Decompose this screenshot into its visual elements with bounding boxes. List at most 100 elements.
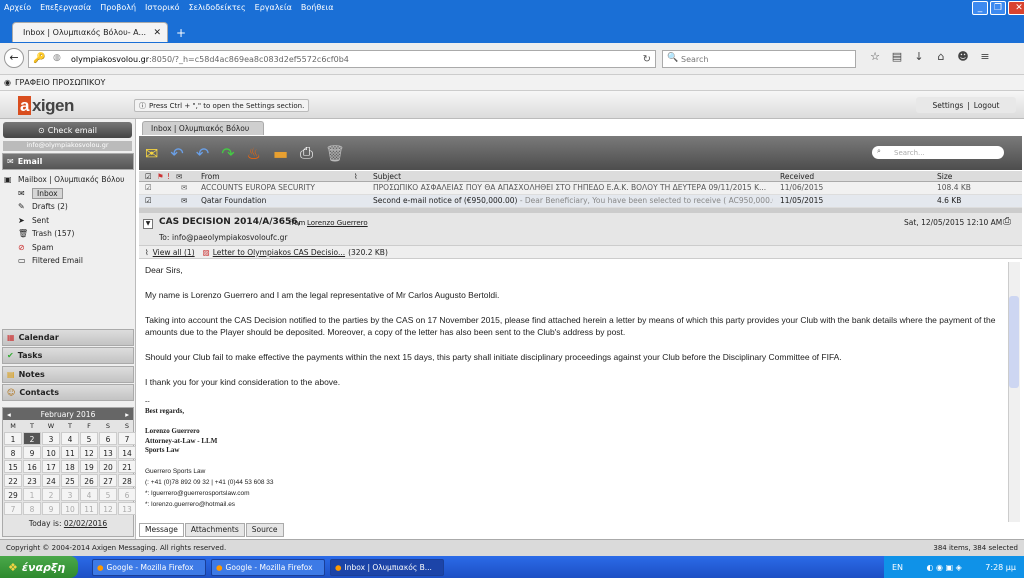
folder-sent[interactable]: ➤ Sent [4,214,124,228]
tab-attachments[interactable]: Attachments [184,523,245,537]
compose-icon[interactable]: ✉ [145,144,158,163]
calendar-day[interactable]: 3 [61,488,79,501]
calendar-day[interactable]: 4 [80,488,98,501]
inbox-tab[interactable]: Inbox | Ολυμπιακός Βόλου [142,121,264,135]
start-button[interactable]: ❖ έναρξη [0,556,78,578]
calendar-day[interactable]: 20 [99,460,117,473]
menu-help[interactable]: Βοήθεια [301,3,334,12]
hamburger-menu-icon[interactable]: ≡ [974,50,996,63]
close-icon[interactable]: ✕ [1008,1,1024,15]
priority-column-icon[interactable]: ! [167,172,170,181]
calendar-day[interactable]: 8 [23,502,41,515]
language-indicator[interactable]: EN [892,563,903,572]
attachment-link[interactable]: Letter to Olympiakos CAS Decisio... [213,248,345,257]
reading-list-icon[interactable]: ▤ [886,50,908,63]
calendar-day[interactable]: 12 [80,446,98,459]
sender-link[interactable]: Lorenzo Guerrero [307,219,368,227]
delete-icon[interactable]: 🗑 [325,144,345,163]
calendar-day[interactable]: 13 [99,446,117,459]
message-row-selected[interactable]: ☑ ✉ Qatar Foundation Second e-mail notic… [139,195,1022,208]
tab-close-icon[interactable]: ✕ [153,28,161,38]
calendar-day[interactable]: 8 [4,446,22,459]
col-size[interactable]: Size [937,172,952,181]
calendar-day[interactable]: 22 [4,474,22,487]
section-tasks[interactable]: ✔ Tasks [2,347,134,364]
calendar-day[interactable]: 23 [23,474,41,487]
download-icon[interactable]: ↓ [908,50,930,63]
chat-icon[interactable]: ☻ [952,50,974,63]
section-email[interactable]: ✉ Email [2,153,134,170]
menu-view[interactable]: Προβολή [100,3,136,12]
calendar-day[interactable]: 27 [99,474,117,487]
col-subject[interactable]: Subject [373,172,401,181]
move-folder-icon[interactable]: ▬ [273,144,288,163]
calendar-day[interactable]: 26 [80,474,98,487]
calendar-day[interactable]: 1 [23,488,41,501]
calendar-day[interactable]: 11 [80,502,98,515]
calendar-day[interactable]: 2 [23,432,41,445]
menu-file[interactable]: Αρχείο [4,3,31,12]
row-checkbox[interactable]: ☑ [145,183,152,192]
print-message-icon[interactable]: ⎙ [1003,216,1011,227]
calendar-day[interactable]: 12 [99,502,117,515]
view-all-link[interactable]: View all (1) [153,248,195,257]
calendar-day[interactable]: 7 [118,432,136,445]
calendar-day[interactable]: 15 [4,460,22,473]
reload-icon[interactable]: ↻ [643,54,651,65]
minimize-icon[interactable]: _ [972,1,988,15]
bookmark-item[interactable]: ΓΡΑΦΕΙΟ ΠΡΟΣΩΠΙΚΟΥ [15,78,105,87]
section-notes[interactable]: ▤ Notes [2,366,134,383]
calendar-day[interactable]: 25 [61,474,79,487]
home-icon[interactable]: ⌂ [930,50,952,63]
tab-source[interactable]: Source [245,523,284,537]
collapse-icon[interactable]: ▼ [143,219,153,229]
task-inbox[interactable]: ● Inbox | Ολυμπιακός Β... [330,558,444,576]
browser-search-input[interactable]: 🔍 Search [662,50,856,68]
calendar-day[interactable]: 18 [61,460,79,473]
calendar-next-icon[interactable]: ▸ [125,410,129,419]
calendar-day[interactable]: 1 [4,432,22,445]
calendar-day[interactable]: 13 [118,502,136,515]
calendar-day[interactable]: 14 [118,446,136,459]
mail-search-input[interactable]: ⌕ Search... [872,146,1004,159]
calendar-day[interactable]: 4 [61,432,79,445]
calendar-day[interactable]: 16 [23,460,41,473]
task-firefox-2[interactable]: ● Google - Mozilla Firefox [211,558,325,576]
calendar-day[interactable]: 9 [23,446,41,459]
calendar-day[interactable]: 29 [4,488,22,501]
spam-fire-icon[interactable]: ♨ [247,144,261,163]
print-icon[interactable]: ⎙ [300,143,313,163]
task-firefox-1[interactable]: ● Google - Mozilla Firefox [92,558,206,576]
section-calendar[interactable]: ▦ Calendar [2,329,134,346]
calendar-day[interactable]: 19 [80,460,98,473]
calendar-prev-icon[interactable]: ◂ [7,410,11,419]
folder-trash[interactable]: 🗑 Trash (157) [4,227,124,241]
restore-icon[interactable]: ❐ [990,1,1006,15]
folder-spam[interactable]: ⊘ Spam [4,241,124,255]
tab-message[interactable]: Message [139,523,184,537]
menu-edit[interactable]: Επεξεργασία [40,3,91,12]
forward-icon[interactable]: ↷ [221,144,234,163]
calendar-day[interactable]: 10 [61,502,79,515]
reply-all-icon[interactable]: ↶ [196,144,209,163]
identity-icon[interactable]: 🔑 [33,53,45,64]
calendar-day[interactable]: 5 [99,488,117,501]
email-2[interactable]: *: lorenzo.guerrero@hotmail.es [145,499,1005,510]
menu-history[interactable]: Ιστορικό [145,3,180,12]
settings-link[interactable]: Settings [933,101,964,110]
check-email-button[interactable]: ⊙ Check email [3,122,132,138]
section-contacts[interactable]: ☺ Contacts [2,384,134,401]
read-column-icon[interactable]: ✉ [176,172,182,181]
calendar-day[interactable]: 5 [80,432,98,445]
calendar-day[interactable]: 10 [42,446,60,459]
mailbox-root[interactable]: ▣ Mailbox | Ολυμπιακός Βόλου [4,173,124,187]
calendar-day[interactable]: 9 [42,502,60,515]
new-tab-icon[interactable]: + [176,26,186,40]
folder-drafts[interactable]: ✎ Drafts (2) [4,200,124,214]
calendar-day[interactable]: 28 [118,474,136,487]
logout-link[interactable]: Logout [974,101,1000,110]
select-all-checkbox[interactable]: ☑ [145,172,152,181]
back-icon[interactable]: ← [4,48,24,68]
menu-tools[interactable]: Εργαλεία [255,3,292,12]
calendar-day[interactable]: 11 [61,446,79,459]
